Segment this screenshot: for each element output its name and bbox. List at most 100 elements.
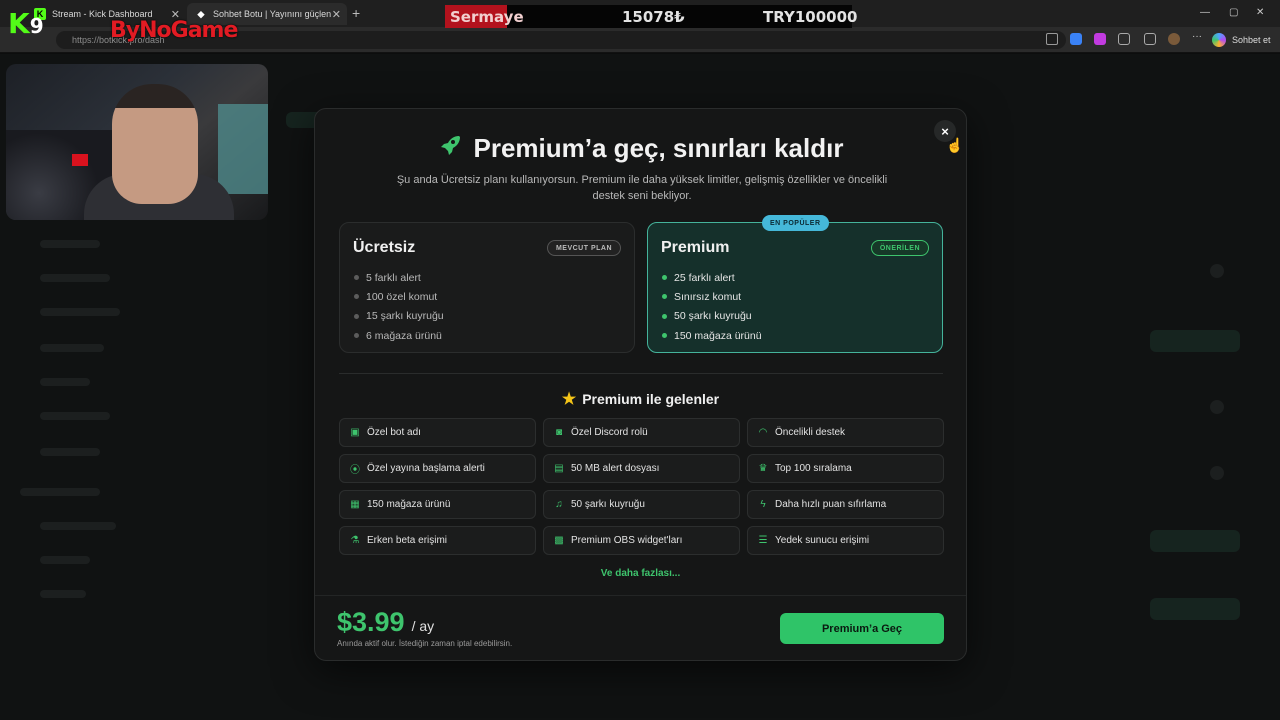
webcam-overlay [6, 64, 268, 220]
bg-placeholder [1150, 598, 1240, 620]
rocket-icon [438, 133, 462, 164]
perk-item: ⚗ Erken beta erişimi [339, 526, 536, 555]
avatar[interactable] [1168, 33, 1180, 45]
extensions-puzzle-icon[interactable] [1118, 33, 1130, 45]
store-icon: ▦ [350, 499, 360, 510]
capital-ticker: Sermaye 15078₺ TRY100000 [445, 5, 857, 28]
modal-subtitle: Şu anda Ücretsiz planı kullanıyorsun. Pr… [396, 174, 888, 202]
bg-placeholder [40, 556, 90, 564]
perk-item: ϟ Daha hızlı puan sıfırlama [747, 490, 944, 519]
current-plan-badge: MEVCUT PLAN [546, 240, 621, 256]
bullet-icon [354, 313, 359, 319]
server-icon: ☰ [758, 535, 768, 546]
grid-icon: ▩ [554, 535, 564, 546]
perk-item: ▤ 50 MB alert dosyası [543, 454, 740, 483]
plan-feature-text: 5 farklı alert [366, 271, 421, 284]
headset-icon: ◠ [758, 427, 768, 438]
bg-placeholder [40, 590, 86, 598]
divider [339, 373, 943, 374]
plan-feature: Sınırsız komut [662, 287, 762, 306]
bg-placeholder [40, 274, 110, 282]
bullet-icon [662, 275, 667, 281]
bg-placeholder [40, 240, 100, 248]
perk-item: ▩ Premium OBS widget'ları [543, 526, 740, 555]
price-note: Anında aktif olur. İstediğin zaman iptal… [337, 639, 513, 648]
perk-label: Erken beta erişimi [367, 535, 448, 546]
perk-item: ♛ Top 100 sıralama [747, 454, 944, 483]
close-tab-icon[interactable]: ✕ [332, 8, 341, 21]
perks-title: ★ Premium ile gelenler [315, 389, 966, 409]
mouse-cursor-icon: ☝ [946, 137, 964, 153]
modal-title: Premium’a geç, sınırları kaldır [315, 133, 966, 164]
copilot-button[interactable]: Sohbet et [1212, 31, 1271, 49]
perk-label: Özel yayına başlama alerti [367, 463, 485, 474]
price-amount: $3.99 [337, 607, 405, 637]
trophy-icon: ♛ [758, 463, 768, 474]
close-window-icon[interactable]: ✕ [1256, 7, 1264, 18]
robot-icon: ▣ [350, 427, 360, 438]
extension-icon[interactable] [1094, 33, 1106, 45]
premium-upgrade-modal: × Premium’a geç, sınırları kaldır Şu and… [314, 108, 967, 661]
bullet-icon [662, 333, 667, 339]
discord-icon: ◙ [555, 427, 563, 438]
plan-features: 5 farklı alert 100 özel komut 15 şarkı k… [354, 268, 444, 345]
minimize-icon[interactable]: — [1200, 7, 1210, 18]
k9-logo: K9 [8, 10, 44, 40]
webcam-background [218, 104, 268, 194]
bg-placeholder [40, 448, 100, 456]
plan-feature: 150 mağaza ürünü [662, 326, 762, 345]
perk-item: ◠ Öncelikli destek [747, 418, 944, 447]
plan-feature: 25 farklı alert [662, 268, 762, 287]
upgrade-premium-button[interactable]: Premium’a Geç [780, 613, 944, 644]
bg-placeholder [20, 488, 100, 496]
bg-placeholder [40, 344, 104, 352]
favorite-star-icon[interactable] [1046, 33, 1058, 45]
perk-label: Top 100 sıralama [775, 463, 852, 474]
plan-feature-text: 150 mağaza ürünü [674, 329, 762, 342]
ticker-target: TRY100000 [763, 8, 858, 26]
perk-label: 50 şarkı kuyruğu [571, 499, 645, 510]
bolt-icon: ϟ [760, 499, 766, 510]
maximize-icon[interactable]: ▢ [1229, 7, 1238, 18]
extension-icon[interactable] [1070, 33, 1082, 45]
perk-label: Özel Discord rolü [571, 427, 648, 438]
perk-item: ▣ Özel bot adı [339, 418, 536, 447]
plan-feature: 6 mağaza ürünü [354, 326, 444, 345]
bynogame-logo: ByNoGame [110, 18, 238, 43]
perk-item: ♫ 50 şarkı kuyruğu [543, 490, 740, 519]
plan-card-premium[interactable]: EN POPÜLER Premium ÖNERİLEN 25 farklı al… [647, 215, 943, 353]
plan-card-free: Ücretsiz MEVCUT PLAN 5 farklı alert 100 … [339, 222, 635, 353]
webcam-person [112, 84, 198, 204]
plan-name: Premium [661, 239, 730, 256]
plan-feature: 15 şarkı kuyruğu [354, 307, 444, 326]
bg-placeholder [1150, 530, 1240, 552]
ticker-label: Sermaye [445, 5, 524, 28]
perk-label: 150 mağaza ürünü [367, 499, 451, 510]
new-tab-icon[interactable]: + [352, 5, 360, 21]
plan-feature-text: 6 mağaza ürünü [366, 329, 442, 342]
favorites-icon[interactable] [1144, 33, 1156, 45]
more-menu-icon[interactable]: ··· [1192, 31, 1204, 43]
bullet-icon [354, 333, 359, 339]
bg-placeholder [1210, 400, 1224, 414]
modal-title-text: Premium’a geç, sınırları kaldır [473, 133, 844, 163]
perk-label: Özel bot adı [367, 427, 421, 438]
plan-feature: 100 özel komut [354, 287, 444, 306]
more-features-link[interactable]: Ve daha fazlası... [315, 568, 966, 579]
bg-placeholder [1210, 264, 1224, 278]
k9-logo-letter: K [8, 7, 30, 40]
copilot-icon [1212, 33, 1226, 47]
bullet-icon [354, 294, 359, 300]
perks-grid: ▣ Özel bot adı ◙ Özel Discord rolü ◠ Önceli… [339, 418, 944, 555]
perk-item: ▦ 150 mağaza ürünü [339, 490, 536, 519]
copilot-label: Sohbet et [1232, 35, 1271, 45]
plan-feature: 50 şarkı kuyruğu [662, 307, 762, 326]
perks-title-text: Premium ile gelenler [582, 391, 720, 407]
bg-placeholder [40, 378, 90, 386]
most-popular-badge: EN POPÜLER [762, 215, 829, 231]
music-icon: ♫ [555, 499, 563, 510]
bullet-icon [662, 294, 667, 300]
perk-item: ☰ Yedek sunucu erişimi [747, 526, 944, 555]
perk-label: Daha hızlı puan sıfırlama [775, 499, 887, 510]
perk-item: ◙ Özel Discord rolü [543, 418, 740, 447]
